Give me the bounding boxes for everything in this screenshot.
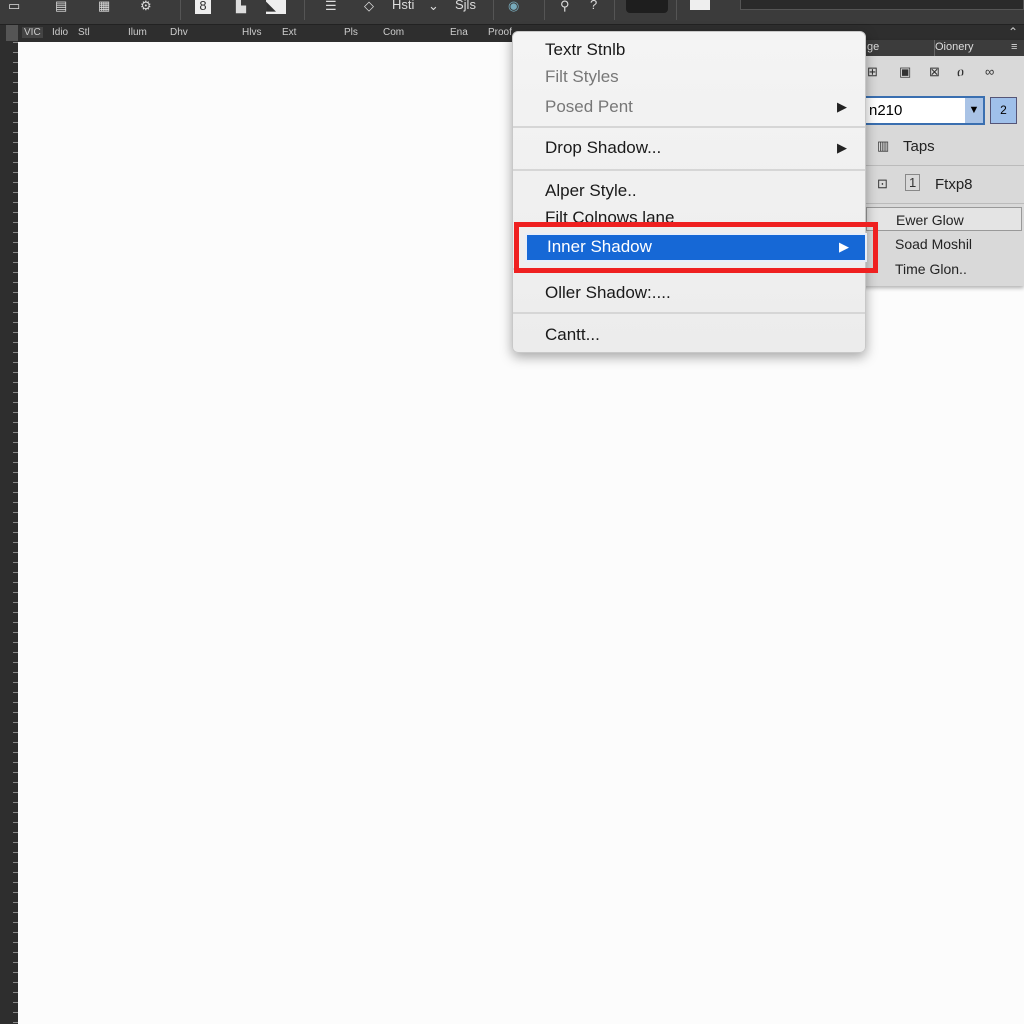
list-icon[interactable]: ☰	[325, 0, 337, 14]
divider	[676, 0, 677, 20]
submenu-arrow-icon: ▶	[837, 99, 847, 114]
divider	[544, 0, 545, 20]
grid-icon[interactable]: ⊞	[867, 64, 878, 80]
ruler-label: Com	[383, 27, 405, 38]
ruler-label: VIC	[22, 27, 43, 38]
document-icon[interactable]: 8	[195, 0, 211, 14]
menu-item-label: Posed Pent	[545, 97, 633, 116]
folder-icon[interactable]: ◣	[266, 0, 286, 14]
ruler-label: Idio	[52, 27, 69, 38]
toolbar-label[interactable]: Hsti	[392, 0, 414, 12]
toolbar-field[interactable]	[740, 0, 1024, 10]
frame-icon[interactable]: ▣	[899, 64, 911, 80]
preset-dropdown[interactable]: n210 ▼	[859, 96, 985, 125]
link-icon[interactable]: ∞	[985, 64, 994, 79]
page-icon: 1	[905, 174, 921, 191]
ruler-label: Pls	[344, 27, 358, 38]
menu-item[interactable]: Alper Style..	[513, 181, 865, 201]
globe-icon[interactable]: ◉	[508, 0, 519, 14]
menu-item[interactable]: Filt Styles	[513, 67, 865, 87]
gear-icon[interactable]: ⚙	[140, 0, 152, 14]
context-menu: Textr Stnlb Filt Styles Posed Pent ▶ Drop…	[512, 31, 866, 353]
collapse-icon[interactable]: ⌃	[1008, 25, 1018, 39]
panel-row-effects[interactable]: ⊡ 1 Ftxp8	[859, 166, 1024, 204]
chevron-down-icon[interactable]: ⌄	[428, 0, 439, 14]
ruler-label: Ext	[282, 27, 297, 38]
panel-header: ge Oionery ≡	[859, 40, 1024, 56]
panel-row-taps[interactable]: ▥ Taps	[859, 128, 1024, 166]
stamp-icon[interactable]: ▙	[236, 0, 246, 14]
ruler-corner	[6, 25, 18, 41]
submenu-item[interactable]: Time Glon..	[866, 257, 1022, 281]
apply-button[interactable]: 2	[990, 97, 1017, 124]
menu-item[interactable]: Oller Shadow:....	[513, 283, 865, 303]
row-label: Taps	[903, 138, 935, 155]
panel-icon[interactable]: ▭	[8, 0, 20, 14]
menu-separator	[513, 126, 865, 128]
photo-icon: ⊡	[877, 176, 888, 191]
ruler-label: Ilum	[128, 27, 147, 38]
panel-tab[interactable]: ge	[867, 41, 879, 53]
menu-item[interactable]: Cantt...	[513, 325, 865, 345]
menu-item[interactable]: Textr Stnlb	[513, 40, 865, 60]
image-icon: ▥	[877, 138, 890, 153]
chevron-down-icon[interactable]: ▼	[965, 98, 983, 123]
ruler-label: Stl	[78, 27, 90, 38]
panel-tab[interactable]: Oionery	[935, 41, 974, 53]
chevron-down-icon[interactable]: ◇	[364, 0, 374, 14]
menu-separator	[513, 312, 865, 314]
vertical-ruler	[0, 42, 18, 1024]
book-icon[interactable]: ⊠	[929, 64, 940, 80]
submenu-arrow-icon: ▶	[837, 140, 847, 155]
window-icon[interactable]	[690, 0, 710, 10]
annotation-highlight-box	[514, 222, 878, 273]
menu-item[interactable]: Posed Pent ▶	[513, 97, 865, 117]
menu-icon[interactable]: ≡	[1011, 41, 1017, 53]
ruler-label: Ena	[450, 27, 468, 38]
menu-item[interactable]: Drop Shadow... ▶	[513, 138, 865, 158]
row-label: Ftxp8	[935, 176, 973, 193]
menu-separator	[513, 169, 865, 171]
ruler-label: Hlvs	[242, 27, 262, 38]
search-icon[interactable]: ⚲	[560, 0, 570, 14]
divider	[614, 0, 615, 20]
divider	[304, 0, 305, 20]
divider	[180, 0, 181, 20]
submenu-item[interactable]: Ewer Glow	[866, 207, 1022, 231]
divider	[493, 0, 494, 20]
ruler-label: Dhv	[170, 27, 188, 38]
top-toolbar: ▭ ▤ ▦ ⚙ 8 ▙ ◣ ☰ ◇ Hsti ⌄ Sjls ◉ ⚲ ?	[0, 0, 1024, 25]
user-icon[interactable]: ዐ	[957, 64, 964, 80]
submenu-item[interactable]: Soad Moshil	[866, 232, 1022, 256]
user-button[interactable]	[626, 0, 668, 13]
dropdown-value: n210	[869, 102, 903, 119]
image-icon[interactable]: ▦	[98, 0, 110, 14]
menu-item-label: Drop Shadow...	[545, 138, 662, 157]
menu-item[interactable]: Filt Colnows lane	[513, 208, 865, 222]
toolbar-label[interactable]: ?	[590, 0, 597, 12]
print-icon[interactable]: ▤	[55, 0, 67, 14]
toolbar-label[interactable]: Sjls	[455, 0, 476, 12]
ruler-label: Proof	[488, 27, 512, 38]
